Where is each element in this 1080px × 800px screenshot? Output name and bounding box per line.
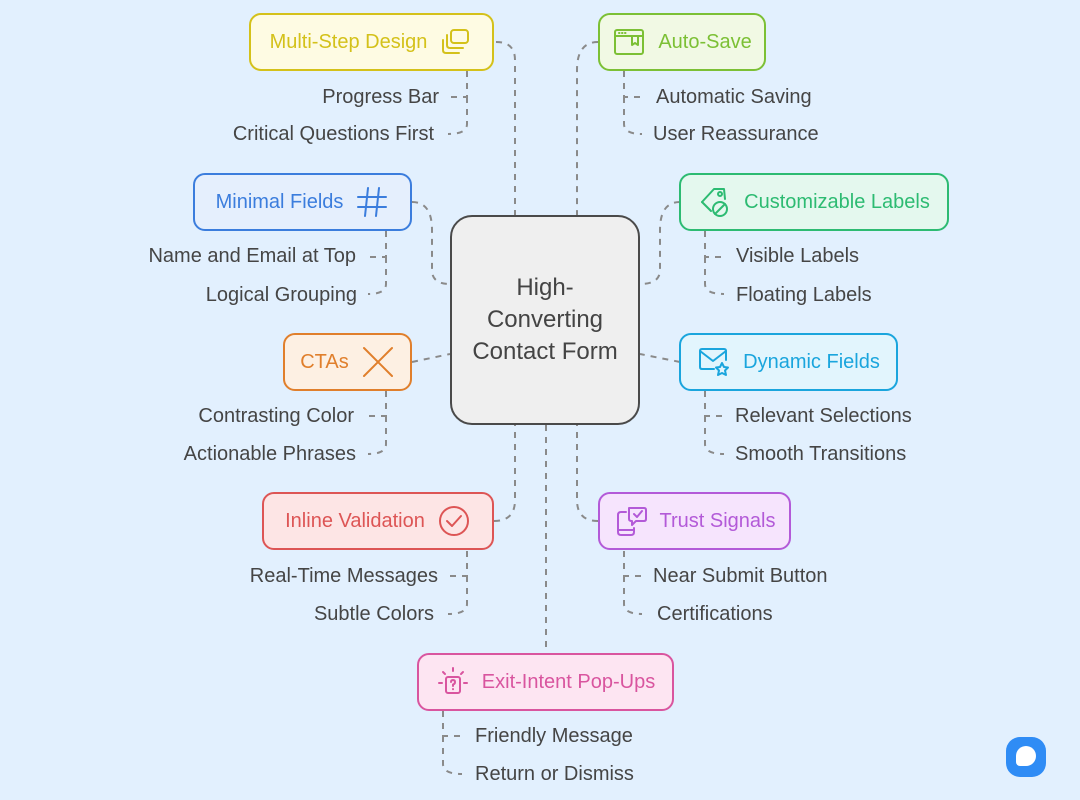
leaf-relevant-selections: Relevant Selections [735,405,912,427]
leaf-floating-labels: Floating Labels [736,284,872,306]
leaf-subtle-colors: Subtle Colors [313,603,434,625]
connector-multi-step [495,41,516,215]
leaf-visible-labels: Visible Labels [736,245,860,267]
leaf-real-time-messages: Real-Time Messages [249,565,438,587]
leaf-smooth-transitions: Smooth Transitions [735,443,907,465]
leaf-user-reassurance: User Reassurance [653,123,819,145]
branch-label: CTAs [300,350,349,373]
branch-customizable-labels[interactable]: Customizable Labels [679,173,949,231]
branch-label: Trust Signals [659,509,776,532]
central-topic[interactable]: High-Converting Contact Form [450,215,640,425]
branch-ctas[interactable]: CTAs [283,333,412,391]
connector-ctas [411,353,451,363]
tag-blocked-icon [701,188,729,217]
stacked-windows-icon [442,29,470,54]
check-circle-icon [438,506,469,536]
branch-label: Minimal Fields [215,190,344,213]
leaf-near-submit-button: Near Submit Button [653,565,828,587]
connector-customizable [639,201,681,285]
branch-exit-intent-popups[interactable]: Exit-Intent Pop-Ups [417,653,674,711]
connector-inline [493,425,516,522]
branch-label: Multi-Step Design [269,30,428,53]
device-chat-check-icon [616,507,647,536]
leaf-logical-grouping: Logical Grouping [205,284,357,306]
browser-bookmark-icon [614,29,645,55]
leaf-critical-questions-first: Critical Questions First [232,123,434,145]
cross-icon [362,347,393,377]
branch-dynamic-fields[interactable]: Dynamic Fields [679,333,898,391]
branch-multi-step-design[interactable]: Multi-Step Design [249,13,494,71]
branch-label: Inline Validation [285,509,425,532]
branch-minimal-fields[interactable]: Minimal Fields [193,173,412,231]
connector-minimal-fields [411,201,451,285]
leaf-name-email-top: Name and Email at Top [148,245,356,267]
branch-label: Exit-Intent Pop-Ups [481,670,656,693]
popup-question-icon [437,667,468,694]
connector-dynamic [639,353,681,363]
leaf-friendly-message: Friendly Message [475,725,633,747]
connector-trust [576,425,599,522]
leaf-certifications: Certifications [657,603,773,625]
mail-star-icon [699,348,730,376]
leaf-return-or-dismiss: Return or Dismiss [475,763,634,785]
leaf-progress-bar: Progress Bar [322,86,439,108]
connector-auto-save [576,41,599,215]
branch-label: Auto-Save [658,30,752,53]
branch-label: Dynamic Fields [743,350,880,373]
branch-trust-signals[interactable]: Trust Signals [598,492,791,550]
leaf-actionable-phrases: Actionable Phrases [183,443,356,465]
branch-inline-validation[interactable]: Inline Validation [262,492,494,550]
branch-label: Customizable Labels [744,190,930,213]
leaf-contrasting-color: Contrasting Color [198,405,354,427]
chat-logo-icon[interactable] [1006,737,1046,777]
leaf-automatic-saving: Automatic Saving [656,86,812,108]
central-topic-label: High-Converting Contact Form [472,274,618,365]
branch-auto-save[interactable]: Auto-Save [598,13,766,71]
hash-icon [357,187,388,217]
